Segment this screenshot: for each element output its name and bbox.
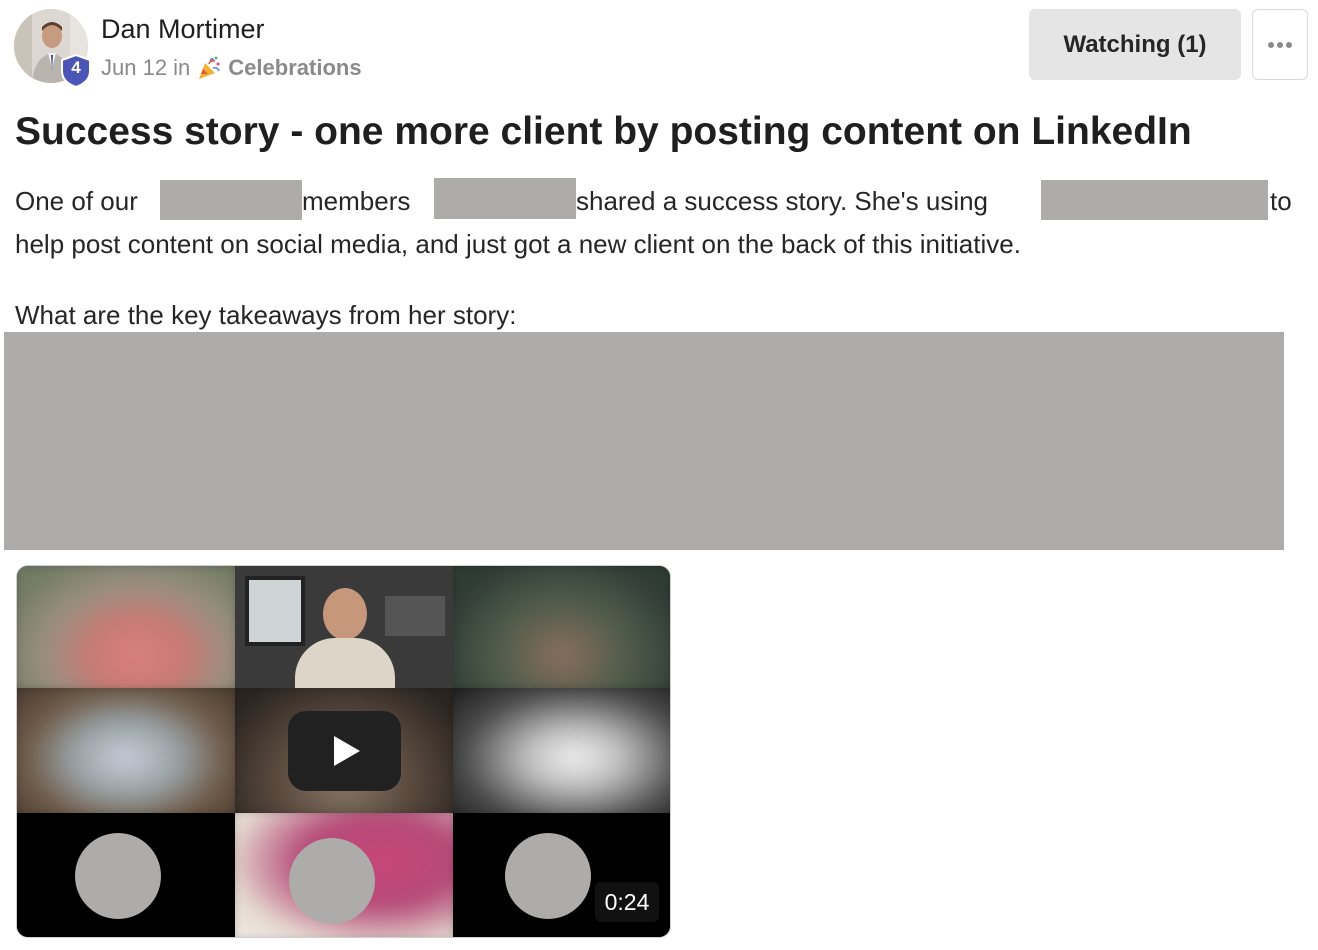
body-text-segment: to <box>1270 186 1292 216</box>
watching-button[interactable]: Watching (1) <box>1029 9 1241 80</box>
face-redaction <box>289 838 375 924</box>
category-link[interactable]: Celebrations <box>228 55 361 81</box>
play-button[interactable] <box>288 711 401 791</box>
community-post: 4 Dan Mortimer Jun 12 in Celebrations Wa… <box>0 0 1318 950</box>
video-tile <box>453 688 670 813</box>
video-tile <box>235 566 453 688</box>
level-badge: 4 <box>60 54 92 88</box>
video-duration: 0:24 <box>595 882 659 922</box>
body-text-segment: members <box>302 186 411 216</box>
ellipsis-icon <box>1268 41 1292 48</box>
post-date: Jun 12 in <box>101 55 191 80</box>
post-meta: Jun 12 in Celebrations <box>101 55 362 81</box>
post-title: Success story - one more client by posti… <box>15 110 1192 153</box>
level-number: 4 <box>71 58 81 77</box>
play-icon <box>333 736 360 766</box>
video-tile <box>17 688 235 813</box>
body-text: help post content on social media, and j… <box>15 229 1021 259</box>
more-options-button[interactable] <box>1252 9 1308 80</box>
video-tile <box>17 566 235 688</box>
redacted-block <box>434 178 576 219</box>
face-redaction <box>75 833 161 919</box>
video-thumbnail[interactable]: 0:24 <box>16 565 671 938</box>
body-text: What are the key takeaways from her stor… <box>15 300 517 330</box>
redacted-block <box>160 180 302 220</box>
redacted-block-large <box>4 332 1284 550</box>
party-popper-icon <box>199 56 221 79</box>
redacted-block <box>1041 180 1268 220</box>
body-text-segment: shared a success story. She's using <box>576 186 989 216</box>
author-name[interactable]: Dan Mortimer <box>101 14 265 45</box>
video-tile <box>453 566 670 688</box>
body-text-segment: One of our <box>15 186 138 216</box>
face-redaction <box>505 833 591 919</box>
